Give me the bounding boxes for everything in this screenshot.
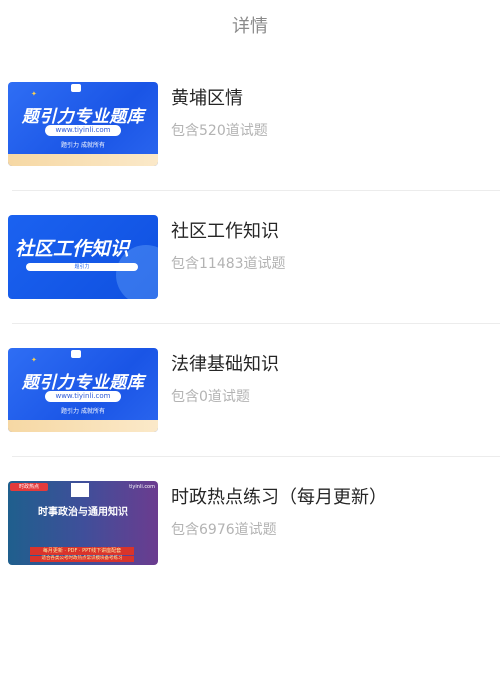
- item-name: 黄埔区情: [171, 88, 243, 109]
- logo-badge: [71, 350, 81, 358]
- question-bank-list: ✦ 题引力专业题库 www.tiyinli.com 题引力 成就所有 黄埔区情 …: [0, 58, 500, 590]
- page-title: 详情: [232, 16, 268, 37]
- qr-code-icon: [71, 483, 89, 497]
- thumb-bottom-bar: [8, 420, 158, 432]
- star-icon: ✦: [31, 90, 37, 98]
- item-count: 包含520道试题: [171, 123, 268, 139]
- thumb-headline: 社区工作知识: [15, 238, 130, 260]
- item-thumbnail: ✦ 题引力专业题库 www.tiyinli.com 题引力 成就所有: [8, 348, 158, 432]
- item-thumbnail: 社区工作知识 题引力: [8, 215, 158, 299]
- star-icon: ✦: [31, 356, 37, 364]
- thumb-subline: 题引力: [26, 263, 138, 271]
- thumb-headline: 时事政治与通用知识: [38, 507, 128, 518]
- thumb-url: www.tiyinli.com: [45, 125, 121, 136]
- list-item[interactable]: ✦ 题引力专业题库 www.tiyinli.com 题引力 成就所有 黄埔区情 …: [0, 58, 500, 191]
- thumb-line2: 适合各类公考时政热点常识模块备考练习: [30, 556, 134, 562]
- list-item[interactable]: 时政热点 tiyinli.com 时事政治与通用知识 每月更新 · PDF · …: [0, 457, 500, 590]
- item-count: 包含11483道试题: [171, 256, 286, 272]
- thumb-bottom-bar: [8, 154, 158, 166]
- item-count: 包含6976道试题: [171, 522, 277, 538]
- item-thumbnail: ✦ 题引力专业题库 www.tiyinli.com 题引力 成就所有: [8, 82, 158, 166]
- thumb-url: www.tiyinli.com: [45, 391, 121, 402]
- page-header: 详情: [0, 0, 500, 50]
- logo-badge: [71, 84, 81, 92]
- item-thumbnail: 时政热点 tiyinli.com 时事政治与通用知识 每月更新 · PDF · …: [8, 481, 158, 565]
- item-name: 时政热点练习（每月更新）: [171, 487, 387, 508]
- thumb-headline: 题引力专业题库: [21, 373, 145, 393]
- list-item[interactable]: 社区工作知识 题引力 社区工作知识 包含11483道试题: [0, 191, 500, 324]
- item-count: 包含0道试题: [171, 389, 250, 405]
- item-name: 法律基础知识: [171, 354, 279, 375]
- thumb-site: tiyinli.com: [129, 484, 155, 490]
- thumb-tag: 时政热点: [10, 483, 48, 491]
- item-name: 社区工作知识: [171, 221, 279, 242]
- thumb-line1: 每月更新 · PDF · PPT线下讲座配套: [30, 547, 134, 555]
- thumb-subline: 题引力 成就所有: [61, 142, 105, 149]
- thumb-headline: 题引力专业题库: [21, 107, 145, 127]
- thumb-subline: 题引力 成就所有: [61, 408, 105, 415]
- list-item[interactable]: ✦ 题引力专业题库 www.tiyinli.com 题引力 成就所有 法律基础知…: [0, 324, 500, 457]
